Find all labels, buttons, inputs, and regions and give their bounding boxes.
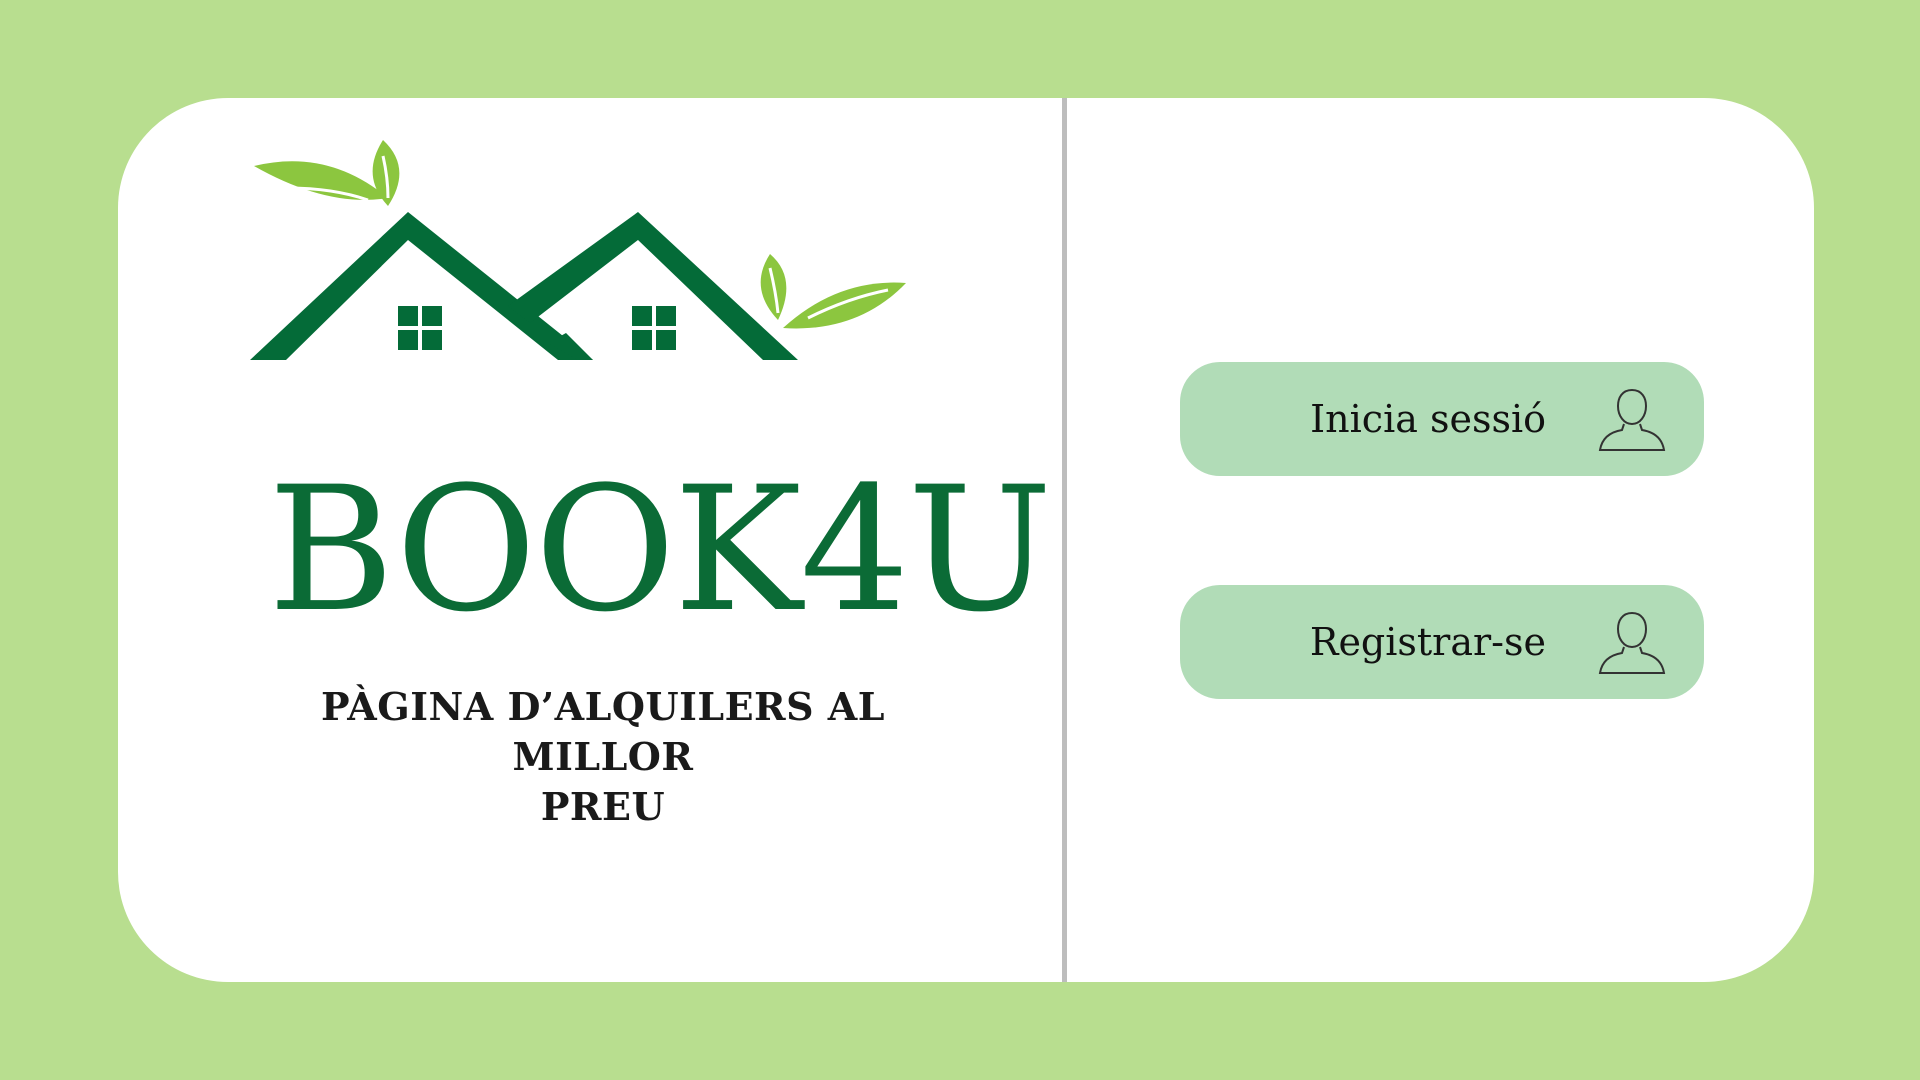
houses-logo-icon xyxy=(250,140,906,360)
brand-name: BOOK4U xyxy=(268,449,1053,650)
tagline-line-1: PÀGINA D’ALQUILERS AL MILLOR xyxy=(320,684,885,779)
login-button-label: Inicia sessió xyxy=(1310,397,1546,441)
vertical-divider xyxy=(1062,98,1067,982)
welcome-card: BOOK4U PÀGINA D’ALQUILERS AL MILLOR PREU… xyxy=(118,98,1814,982)
tagline: PÀGINA D’ALQUILERS AL MILLOR PREU xyxy=(278,682,928,832)
register-button[interactable]: Registrar-se xyxy=(1180,585,1704,699)
user-icon xyxy=(1598,388,1666,451)
register-button-label: Registrar-se xyxy=(1309,620,1546,664)
tagline-line-2: PREU xyxy=(540,784,666,829)
user-icon xyxy=(1598,611,1666,674)
login-button[interactable]: Inicia sessió xyxy=(1180,362,1704,476)
